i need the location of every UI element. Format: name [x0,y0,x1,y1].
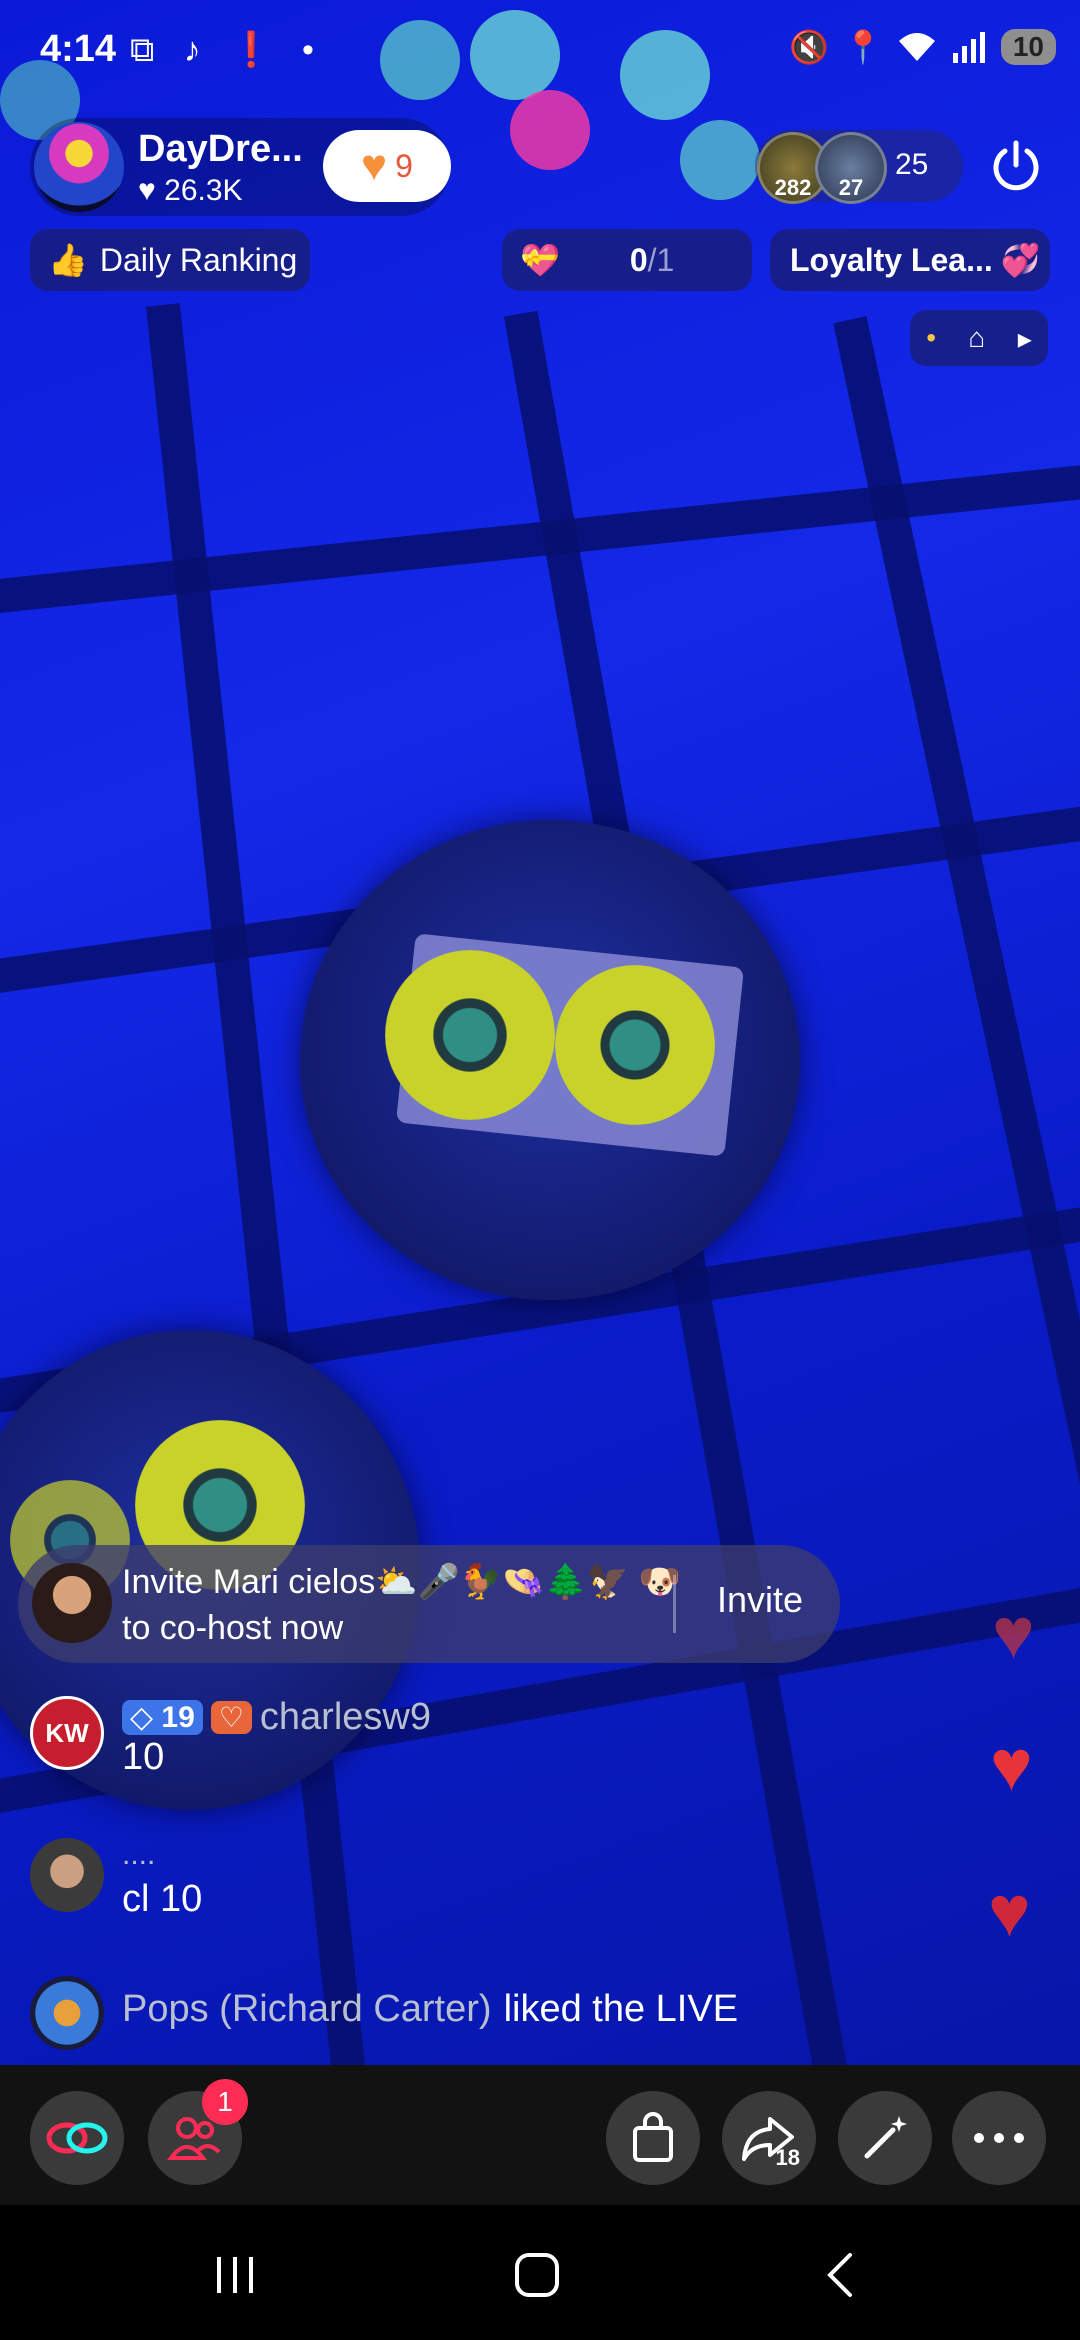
light-bead [510,90,590,170]
zoanthid-polyp [385,950,555,1120]
back-button[interactable] [800,2245,880,2305]
back-icon [827,2253,852,2297]
viewer-count: 25 [895,148,929,181]
chat-avatar[interactable] [30,1838,104,1912]
heart-icon: ♥ [988,1872,1031,1952]
avatar-initials: KW [45,1717,89,1748]
heart-icon: ♥ [992,1594,1035,1674]
loyalty-league-pill[interactable]: Loyalty Lea... 💞 [770,229,1050,291]
host-name: DayDre... [138,128,303,170]
thumbs-up-icon: 👍 [48,242,88,278]
invitee-avatar [32,1563,112,1643]
system-nav-bar [0,2205,1080,2340]
chat-username[interactable]: charlesw9 [260,1696,431,1739]
host-avatar[interactable] [34,122,124,212]
tiktok-icon: ♪ [183,31,211,69]
heart-icon: ♥ [361,141,388,190]
power-icon [993,140,1039,191]
chat-avatar[interactable] [30,1976,104,2050]
more-icon [974,2133,1024,2143]
viewer-score: 27 [838,175,864,200]
chat-message[interactable]: Pops (Richard Carter) liked the LIVE [30,1976,930,2056]
link-button[interactable] [30,2091,124,2185]
status-time: 4:14 [40,28,117,70]
live-toolbar: 1 18 [0,2065,1080,2205]
chat-meta: Pops (Richard Carter) liked the LIVE [122,1988,738,2031]
chat-message[interactable]: .... cl 10 [30,1838,730,1948]
chat-username[interactable]: Pops (Richard Carter) [122,1988,492,2031]
shopping-bag-icon [633,2112,673,2162]
loyalty-label: Loyalty Lea... [790,241,993,278]
invite-button[interactable]: Invite [690,1579,830,1629]
dot-icon: • [301,31,324,69]
top-viewers[interactable]: 282 27 25 [755,130,963,204]
notification-badge: 1 [202,2079,248,2125]
loyalty-icon: 💞 [1000,242,1041,278]
home-button[interactable] [497,2245,577,2305]
invite-text: Invite Mari cielos⛅🎤🐓👒🌲🦅 🐶 to co-host no… [122,1563,681,1647]
play-icon: ▸ [1017,322,1032,354]
divider [673,1575,676,1633]
share-button[interactable]: 18 [722,2091,816,2185]
chat-username[interactable]: .... [122,1838,155,1872]
chat-meta: ◇ 19 ♡ charlesw9 [122,1696,431,1739]
status-right-icons: 🔇 📍 10 [789,28,1056,66]
shop-button[interactable] [606,2091,700,2185]
goal-total: /1 [647,241,675,278]
daily-ranking-pill[interactable]: 👍 Daily Ranking [30,229,310,291]
chat-text: 10 [122,1736,165,1778]
recent-apps-icon [217,2257,253,2293]
status-left-icons: ⧉ ♪ ❗ • [130,30,324,70]
chat-avatar[interactable]: KW [30,1696,104,1770]
fan-badge: ♡ [210,1701,252,1734]
heart-icon: ♥ [990,1726,1033,1806]
status-bar: 4:14 ⧉ ♪ ❗ • 🔇 📍 10 [0,0,1080,100]
home-icon [515,2253,559,2297]
chat-text: liked the LIVE [503,1988,739,2030]
wifi-icon [898,33,935,61]
share-count: 18 [775,2145,800,2170]
goal-pill[interactable]: 💝 0 /1 [502,229,752,291]
chat-text: cl 10 [122,1878,203,1920]
dot-indicator-icon: • [926,322,936,353]
chat-message[interactable]: KW ◇ 19 ♡ charlesw9 10 [30,1696,730,1806]
location-icon: 📍 [843,29,883,65]
screenshot-icon: ⧉ [130,31,165,69]
alert-icon: ❗ [230,31,283,69]
mini-controls[interactable]: • ⌂ ▸ [910,310,1048,366]
level-badge: ◇ 19 [122,1700,203,1735]
more-button[interactable] [952,2091,1046,2185]
gift-icon: 💝 [520,242,560,278]
viewer-avatar[interactable]: 27 [815,132,887,204]
recent-apps-button[interactable] [195,2245,275,2305]
goal-current: 0 [629,241,648,278]
magic-wand-icon [864,2116,907,2159]
host-likes: ♥ 26.3K [138,174,243,207]
light-bead [680,120,760,200]
follow-count: 9 [395,147,413,184]
level-number: 19 [161,1701,195,1734]
viewer-score: 282 [774,175,812,200]
battery-level: 10 [1000,29,1056,65]
daily-ranking-label: Daily Ranking [99,241,298,278]
signal-icon [952,32,985,63]
zoanthid-polyp [555,965,715,1125]
home-icon: ⌂ [968,322,986,353]
rack-line [833,316,1080,2065]
follow-button[interactable]: ♥ 9 [323,130,451,202]
mute-icon: 🔇 [789,29,829,65]
guests-button[interactable]: 1 [148,2079,248,2185]
cohost-invite-banner[interactable]: Invite Mari cielos⛅🎤🐓👒🌲🦅 🐶 to co-host no… [18,1545,840,1663]
enhance-button[interactable] [838,2091,932,2185]
end-live-button[interactable] [983,133,1049,199]
link-icon [46,2122,108,2154]
